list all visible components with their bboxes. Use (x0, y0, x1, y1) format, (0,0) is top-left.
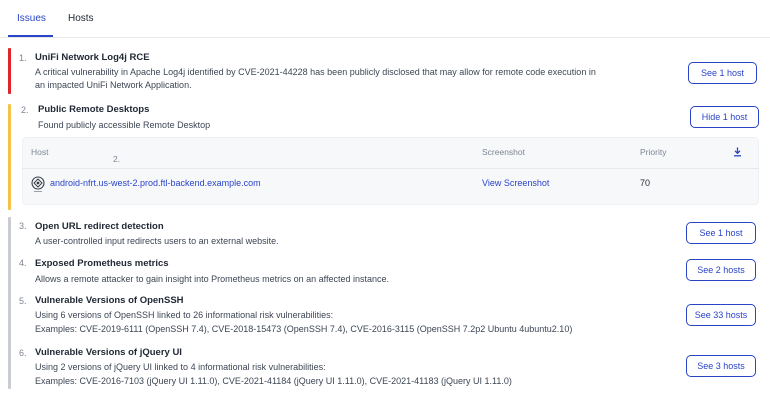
priority-value: 70 (640, 178, 651, 188)
issue-title: Open URL redirect detection (35, 221, 164, 232)
tab-issues[interactable]: Issues (17, 13, 46, 24)
host-logo-icon (31, 176, 45, 192)
issue-number: 3. (19, 221, 27, 231)
column-header-host: Host (31, 147, 49, 157)
severity-bar-medium (8, 104, 11, 210)
issue-description-line: Using 2 versions of jQuery UI linked to … (35, 362, 326, 372)
see-hosts-button[interactable]: See 1 host (686, 222, 756, 244)
issue-title: Public Remote Desktops (38, 104, 150, 115)
issue-description-line: A user-controlled input redirects users … (35, 236, 279, 246)
issue-number: 6. (19, 348, 27, 358)
tab-bar: Issues Hosts (0, 0, 770, 38)
issue-description-line: A critical vulnerability in Apache Log4j… (35, 67, 596, 77)
host-link[interactable]: android-nfrt.us-west-2.prod.ftl-backend.… (50, 178, 261, 188)
issue-description-line: Examples: CVE-2016-7103 (jQuery UI 1.11.… (35, 376, 512, 386)
see-hosts-button[interactable]: See 33 hosts (686, 304, 756, 326)
issue-number: 2. (21, 105, 29, 115)
column-header-priority: Priority (640, 147, 667, 157)
see-hosts-button[interactable]: See 2 hosts (686, 259, 756, 281)
active-tab-indicator (8, 35, 53, 37)
severity-bar-low (8, 217, 11, 389)
see-hosts-button[interactable]: See 3 hosts (686, 355, 756, 377)
hide-hosts-button[interactable]: Hide 1 host (690, 106, 759, 128)
download-icon[interactable] (733, 147, 742, 157)
issue-number: 5. (19, 296, 27, 306)
issue-title: Exposed Prometheus metrics (35, 258, 169, 269)
issue-description-line: an impacted UniFi Network Application. (35, 80, 192, 90)
issue-title: UniFi Network Log4j RCE (35, 52, 150, 63)
issue-description-line: Examples: CVE-2019-6111 (OpenSSH 7.4), C… (35, 324, 573, 334)
see-hosts-button[interactable]: See 1 host (688, 62, 757, 84)
tab-hosts[interactable]: Hosts (68, 13, 94, 24)
severity-bar-critical (8, 48, 11, 94)
table-divider (22, 168, 759, 169)
view-screenshot-link[interactable]: View Screenshot (482, 178, 549, 188)
column-header-screenshot: Screenshot (482, 147, 525, 157)
issue-title: Vulnerable Versions of jQuery UI (35, 347, 182, 358)
issue-description-line: Using 6 versions of OpenSSH linked to 26… (35, 310, 334, 320)
issue-number: 4. (19, 258, 27, 268)
issue-number: 1. (19, 53, 27, 63)
issue-description-line: Allows a remote attacker to gain insight… (35, 274, 390, 284)
issue-title: Vulnerable Versions of OpenSSH (35, 295, 184, 306)
stray-label: 2. (113, 154, 121, 164)
issue-description-line: Found publicly accessible Remote Desktop (38, 120, 211, 130)
